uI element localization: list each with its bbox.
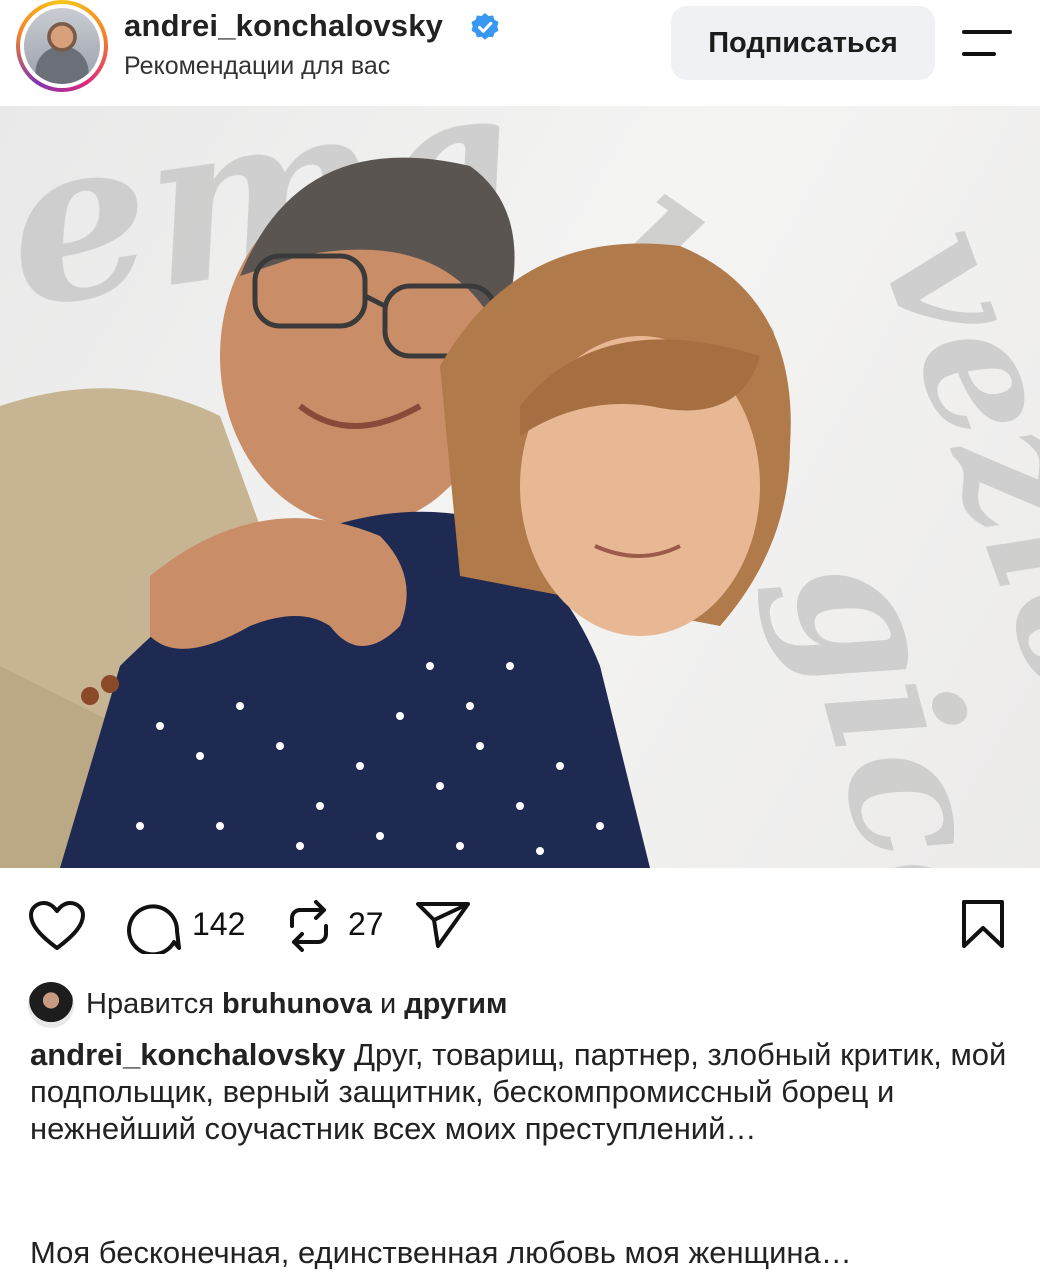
likes-others[interactable]: другим	[404, 988, 507, 1020]
avatar-photo	[24, 8, 100, 84]
like-heart-icon[interactable]	[28, 900, 86, 952]
post-photo[interactable]: ema la gica vezio	[0, 106, 1040, 868]
likes-text: Нравится bruhunova и другим	[86, 988, 507, 1021]
post-actions: 142 27	[0, 880, 1040, 970]
avatar-border	[20, 4, 104, 88]
photo-illustration: ema la gica vezio	[0, 106, 1040, 868]
post-caption: andrei_konchalovsky Друг, товарищ, партн…	[30, 1036, 1020, 1147]
verified-badge-icon	[471, 13, 499, 40]
comments-count: 142	[192, 906, 246, 942]
menu-icon[interactable]	[962, 28, 1014, 60]
repost-icon[interactable]	[286, 898, 332, 954]
likes-conj: и	[379, 988, 397, 1020]
jacket-button-2	[101, 675, 119, 693]
jacket-button	[81, 687, 99, 705]
bookmark-icon[interactable]	[960, 898, 1006, 950]
caption-second-paragraph: Моя бесконечная, единственная любовь моя…	[30, 1235, 852, 1270]
share-send-icon[interactable]	[414, 900, 472, 950]
likes-row[interactable]: Нравится bruhunova и другим	[28, 982, 1008, 1030]
liker-avatar	[28, 982, 74, 1028]
username[interactable]: andrei_konchalovsky	[124, 8, 443, 44]
follow-button[interactable]: Подписаться	[671, 6, 935, 80]
post-header: andrei_konchalovsky Рекомендации для вас…	[0, 0, 1040, 104]
likes-prefix: Нравится	[86, 988, 214, 1020]
likes-user[interactable]: bruhunova	[222, 988, 372, 1020]
profile-avatar[interactable]	[16, 0, 108, 92]
caption-author[interactable]: andrei_konchalovsky	[30, 1037, 345, 1072]
recommendation-label: Рекомендации для вас	[124, 52, 391, 80]
reposts-count: 27	[348, 906, 384, 942]
comment-icon[interactable]	[126, 898, 182, 954]
